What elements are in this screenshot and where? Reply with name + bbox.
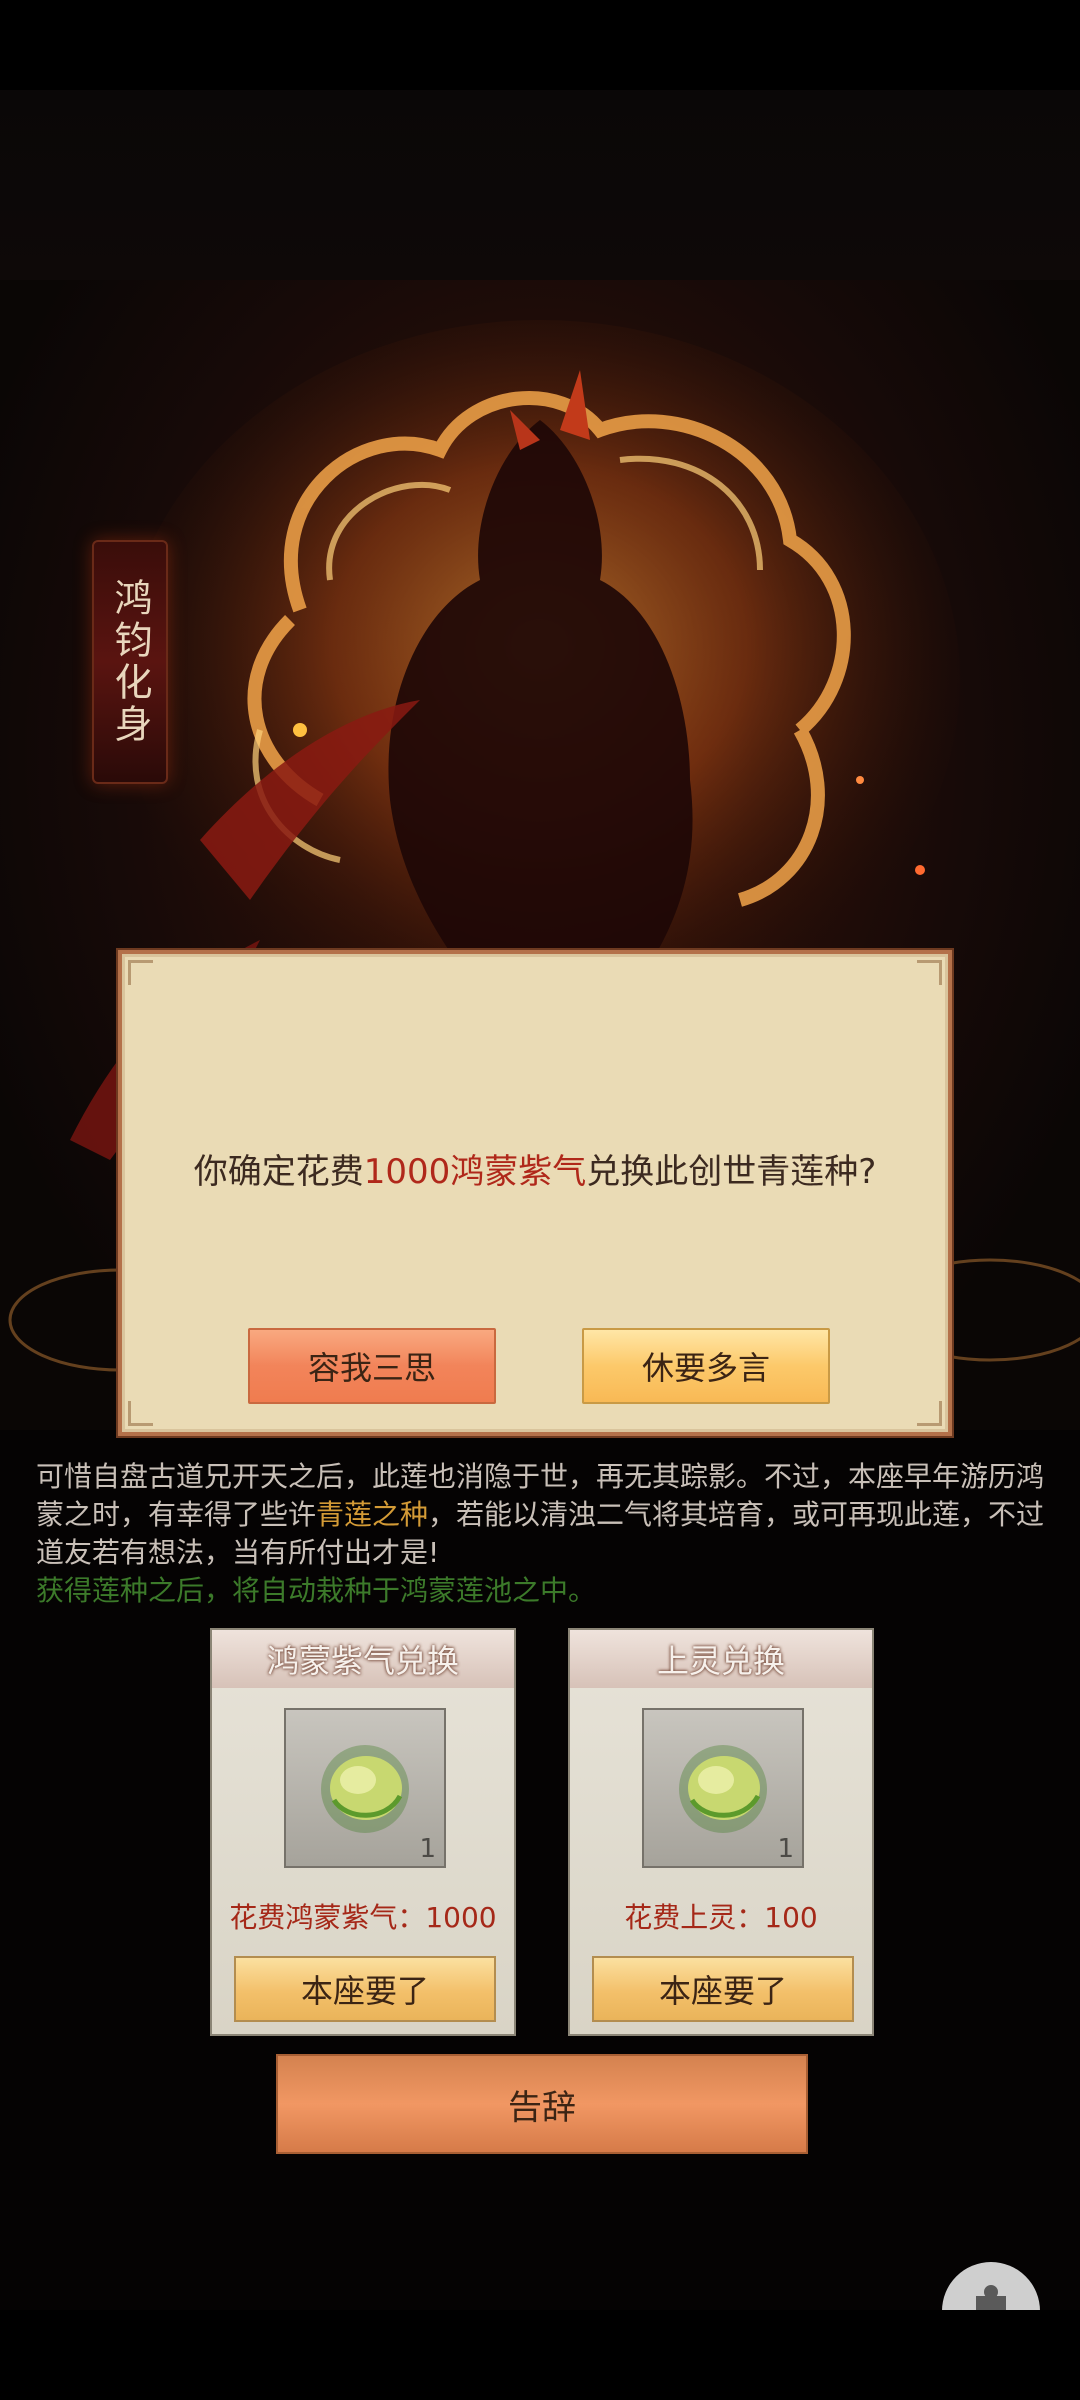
- header-dark-area: [0, 90, 1080, 280]
- status-bar-area: [0, 0, 1080, 90]
- exchange-card-shangling: 上灵兑换 1 花费上灵：100 本座要了: [568, 1628, 874, 2036]
- exchange-card-hongmeng: 鸿蒙紫气兑换 1 花费鸿蒙紫气：1000 本座要了: [210, 1628, 516, 2036]
- item-count: 1: [777, 1834, 794, 1864]
- take-button[interactable]: 本座要了: [234, 1956, 496, 2022]
- confirm-button[interactable]: 休要多言: [582, 1328, 830, 1404]
- item-slot[interactable]: 1: [642, 1708, 804, 1868]
- cancel-button[interactable]: 容我三思: [248, 1328, 496, 1404]
- lotus-description: 可惜自盘古道兄开天之后，此莲也消隐于世，再无其踪影。不过，本座早年游历鸿蒙之时，…: [36, 1458, 1056, 1610]
- take-button[interactable]: 本座要了: [592, 1956, 854, 2022]
- card-title: 鸿蒙紫气兑换: [212, 1630, 514, 1688]
- leave-button[interactable]: 告辞: [276, 2054, 808, 2154]
- lotus-seed-icon: [321, 1745, 409, 1833]
- cost-text: 花费鸿蒙紫气：1000: [229, 1901, 497, 1934]
- dialog-message-prefix: 你确定花费: [193, 1152, 364, 1192]
- confirm-dialog: 你确定花费1000鸿蒙紫气兑换此创世青莲种? 容我三思 休要多言: [118, 950, 952, 1436]
- dialog-corner-ornament: [917, 1401, 942, 1426]
- dialog-message-suffix: 兑换此创世青莲种?: [586, 1152, 877, 1192]
- dialog-corner-ornament: [128, 1401, 153, 1426]
- dialog-message-cost: 1000鸿蒙紫气: [363, 1152, 587, 1192]
- game-screen: 鸿钧化身 你确定花费1000鸿蒙紫气兑换此创世青莲种? 容我三思 休要多言 可惜…: [0, 0, 1080, 2400]
- item-count: 1: [419, 1834, 436, 1864]
- card-title: 上灵兑换: [570, 1630, 872, 1688]
- dialog-corner-ornament: [917, 960, 942, 985]
- dialog-corner-ornament: [128, 960, 153, 985]
- dialog-message: 你确定花费1000鸿蒙紫气兑换此创世青莲种?: [122, 1144, 948, 1193]
- description-highlight: 青莲之种: [316, 1498, 429, 1531]
- cost-text: 花费上灵：100: [624, 1901, 818, 1934]
- lotus-seed-icon: [679, 1745, 767, 1833]
- description-note: 获得莲种之后，将自动栽种于鸿蒙莲池之中。: [36, 1574, 597, 1607]
- item-slot[interactable]: 1: [284, 1708, 446, 1868]
- character-name-plate: 鸿钧化身: [92, 540, 168, 784]
- character-name: 鸿钧化身: [108, 578, 152, 746]
- bottom-area: [0, 2310, 1080, 2400]
